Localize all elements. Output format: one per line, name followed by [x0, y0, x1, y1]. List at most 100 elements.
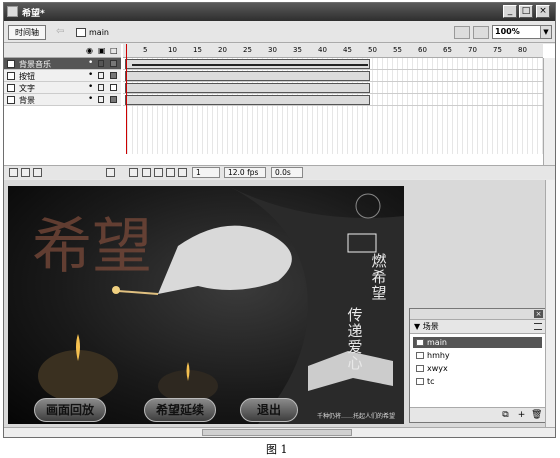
- layer-row-music[interactable]: 背景音乐 •: [4, 58, 121, 70]
- outline-icon[interactable]: □: [110, 46, 118, 55]
- lock-toggle[interactable]: [98, 84, 104, 91]
- scene-panel-footer: ⧉ + 🗑: [410, 407, 545, 422]
- stage-canvas[interactable]: 希望 燃希望 传递爱心 画面回放 希望延续 退出 千种仍将……托起人们的希望: [8, 186, 404, 424]
- continue-button[interactable]: 希望延续: [144, 398, 216, 422]
- scene-item-main[interactable]: main: [413, 337, 542, 348]
- layer-name: 文字: [19, 84, 35, 93]
- ruler-tick: 80: [518, 46, 527, 54]
- close-icon[interactable]: ×: [534, 310, 543, 318]
- ruler-tick: 15: [193, 46, 202, 54]
- maximize-button[interactable]: □: [519, 5, 533, 18]
- flash-window: 希望* _ □ × 时间轴 ⇦ main 100% ▼ ◉ ▣ □ 5 10 15 2…: [3, 2, 556, 438]
- edit-symbols-icon[interactable]: [473, 26, 489, 39]
- eye-icon[interactable]: ◉: [86, 46, 93, 55]
- duplicate-scene-icon[interactable]: ⧉: [500, 410, 511, 420]
- stage-vertical-text-1: 燃希望: [371, 252, 387, 302]
- lock-icon[interactable]: ▣: [98, 46, 106, 55]
- layer-icon: [7, 84, 15, 92]
- add-folder-icon[interactable]: [33, 168, 42, 177]
- scene-breadcrumb[interactable]: main: [76, 26, 109, 39]
- scene-icon: [76, 28, 86, 37]
- scene-icon: [416, 339, 424, 346]
- back-arrow-icon[interactable]: ⇦: [56, 26, 68, 38]
- stage-vertical-scrollbar[interactable]: [545, 180, 555, 427]
- frame-rate: 12.0 fps: [224, 167, 266, 178]
- frame-row[interactable]: [123, 58, 543, 70]
- panel-menu-icon[interactable]: [534, 323, 542, 330]
- scene-panel: × ▼ 场景 main hmhy xwyx tc ⧉ + 🗑: [409, 308, 546, 423]
- ruler-tick: 20: [218, 46, 227, 54]
- replay-button[interactable]: 画面回放: [34, 398, 106, 422]
- timeline-scrollbar[interactable]: [543, 58, 555, 165]
- layer-row-text[interactable]: 文字 •: [4, 82, 121, 94]
- outline-toggle[interactable]: [110, 72, 117, 79]
- layer-name: 背景音乐: [19, 60, 51, 69]
- frame-row[interactable]: [123, 82, 543, 94]
- ruler-tick: 25: [243, 46, 252, 54]
- scroll-thumb[interactable]: [202, 429, 352, 436]
- sound-waveform: [132, 64, 368, 66]
- onion-outline-icon[interactable]: [154, 168, 163, 177]
- layer-row-buttons[interactable]: 按钮 •: [4, 70, 121, 82]
- outline-toggle[interactable]: [110, 60, 117, 67]
- scene-icon: [416, 352, 424, 359]
- ruler-tick: 60: [418, 46, 427, 54]
- scene-item-hmhy[interactable]: hmhy: [413, 350, 542, 361]
- outline-toggle[interactable]: [110, 84, 117, 91]
- exit-button[interactable]: 退出: [240, 398, 298, 422]
- minimize-button[interactable]: _: [503, 5, 517, 18]
- scene-breadcrumb-label: main: [89, 28, 109, 37]
- scene-item-tc[interactable]: tc: [413, 376, 542, 387]
- ruler-tick: 50: [368, 46, 377, 54]
- scene-item-xwyx[interactable]: xwyx: [413, 363, 542, 374]
- ruler-tick: 30: [268, 46, 277, 54]
- delete-scene-icon[interactable]: 🗑: [531, 410, 542, 420]
- scene-panel-title[interactable]: ▼ 场景: [410, 320, 545, 334]
- onion-skin-icon[interactable]: [142, 168, 151, 177]
- onion-markers-icon[interactable]: [178, 168, 187, 177]
- layer-icon: [7, 72, 15, 80]
- lock-toggle[interactable]: [98, 96, 104, 103]
- edit-multiple-icon[interactable]: [166, 168, 175, 177]
- visibility-dot[interactable]: •: [88, 58, 93, 68]
- add-layer-icon[interactable]: [9, 168, 18, 177]
- zoom-select[interactable]: 100% ▼: [492, 25, 552, 39]
- timeline-status-bar: 1 12.0 fps 0.0s: [4, 165, 555, 179]
- visibility-dot[interactable]: •: [88, 82, 93, 92]
- close-button[interactable]: ×: [536, 5, 550, 18]
- visibility-dot[interactable]: •: [88, 94, 93, 104]
- frame-ruler[interactable]: 510152025303540455055606570758085: [123, 44, 543, 58]
- center-frame-icon[interactable]: [129, 168, 138, 177]
- frame-row[interactable]: [123, 94, 543, 106]
- add-guide-icon[interactable]: [21, 168, 30, 177]
- playhead[interactable]: [126, 44, 127, 154]
- frame-span[interactable]: [125, 59, 370, 69]
- add-scene-icon[interactable]: +: [516, 410, 527, 420]
- lock-toggle[interactable]: [98, 72, 104, 79]
- window-title: 希望*: [22, 9, 45, 19]
- scene-icon: [416, 365, 424, 372]
- stage-horizontal-scrollbar[interactable]: [4, 427, 555, 437]
- trash-icon[interactable]: [106, 168, 115, 177]
- ruler-tick: 40: [318, 46, 327, 54]
- ruler-tick: 65: [443, 46, 452, 54]
- ruler-tick: 55: [393, 46, 402, 54]
- outline-toggle[interactable]: [110, 96, 117, 103]
- frame-span[interactable]: [125, 71, 370, 81]
- edit-scene-icon[interactable]: [454, 26, 470, 39]
- layer-icon: [7, 60, 15, 68]
- chevron-down-icon[interactable]: ▼: [540, 26, 551, 38]
- scene-panel-header: ×: [410, 309, 545, 320]
- timeline-toggle-button[interactable]: 时间轴: [8, 25, 46, 40]
- frame-span[interactable]: [125, 95, 370, 105]
- frame-grid[interactable]: [123, 58, 543, 154]
- lock-toggle[interactable]: [98, 60, 104, 67]
- stage-area: 希望 燃希望 传递爱心 画面回放 希望延续 退出 千种仍将……托起人们的希望 ×…: [4, 180, 546, 427]
- visibility-dot[interactable]: •: [88, 70, 93, 80]
- frame-span[interactable]: [125, 83, 370, 93]
- collapse-arrow-icon[interactable]: ▼: [414, 322, 420, 331]
- ruler-tick: 70: [468, 46, 477, 54]
- layer-row-background[interactable]: 背景 •: [4, 94, 121, 106]
- frame-row[interactable]: [123, 70, 543, 82]
- scene-item-label: tc: [427, 377, 435, 386]
